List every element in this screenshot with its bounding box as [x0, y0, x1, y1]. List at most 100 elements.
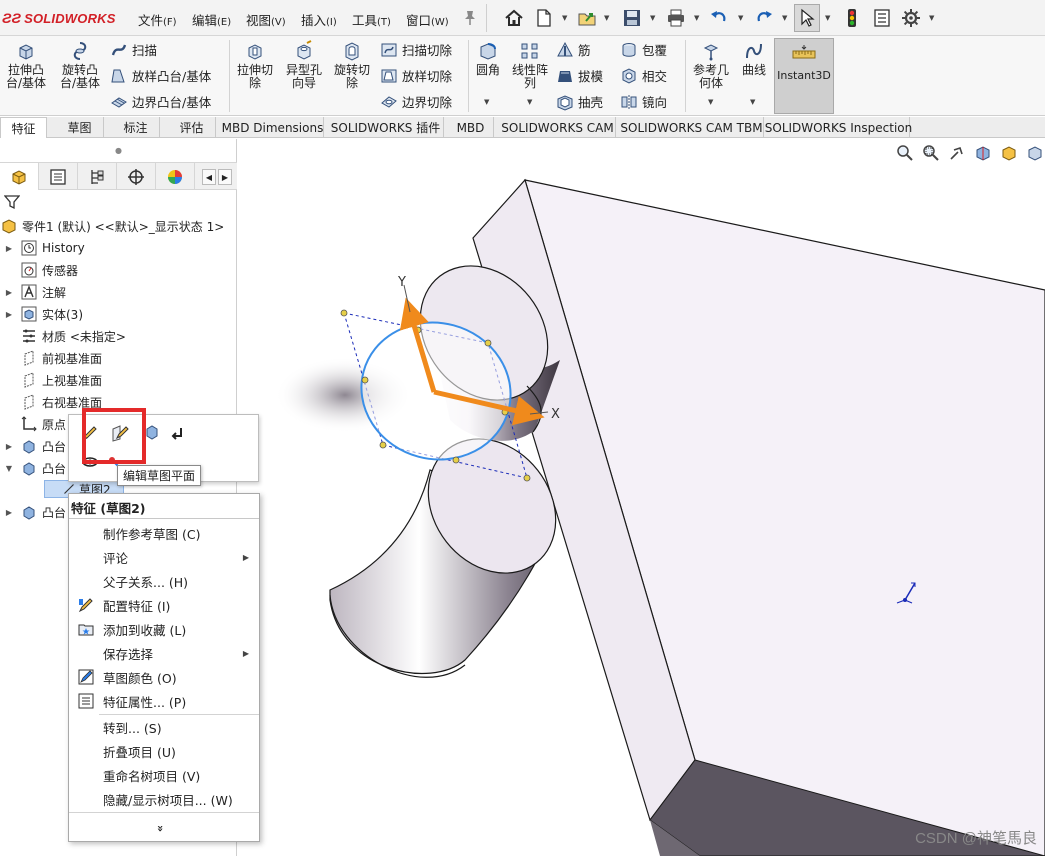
solidworks-logo[interactable]: ƧƧ SOLIDWORKS — [2, 8, 116, 28]
tab-evaluate[interactable]: 评估 — [168, 117, 216, 138]
tree-item-annotations[interactable]: ▶ 注解 — [0, 282, 237, 302]
menu-view[interactable]: 视图(V) — [246, 10, 286, 29]
print-icon[interactable] — [664, 6, 688, 30]
boundary-cut-button[interactable]: 边界切除 — [380, 92, 452, 111]
extrude-boss-button[interactable]: 拉伸凸 台/基体 — [4, 40, 48, 90]
menu-item-configure-feature[interactable]: 配置特征 (I) — [69, 594, 259, 616]
wrap-button[interactable]: 包覆 — [620, 40, 667, 59]
expand-arrow-icon[interactable]: ▶ — [4, 310, 14, 319]
propertymanager-icon[interactable] — [39, 163, 78, 190]
lofted-cut-button[interactable]: 放样切除 — [380, 66, 452, 85]
tab-solidworks-cam-tbm[interactable]: SOLIDWORKS CAM TBM — [620, 117, 764, 138]
options-gear-icon[interactable] — [899, 6, 923, 30]
tab-mbd[interactable]: MBD — [448, 117, 494, 138]
select-dropdown-icon[interactable]: ▼ — [825, 14, 830, 22]
swept-cut-button[interactable]: 扫描切除 — [380, 40, 452, 59]
panel-scroll-left-icon[interactable]: ◀ — [202, 169, 216, 185]
configurationmanager-icon[interactable] — [78, 163, 117, 190]
expand-menu-chevron-icon[interactable]: » — [154, 825, 167, 832]
expand-arrow-icon[interactable]: ▶ — [4, 288, 14, 297]
menu-item-add-to-favorites[interactable]: 添加到收藏 (L) — [69, 618, 259, 640]
menu-item-comment[interactable]: 评论 ▶ — [69, 546, 259, 568]
rollback-icon[interactable] — [167, 422, 189, 444]
tab-markup[interactable]: 标注 — [112, 117, 160, 138]
tree-item-front-plane[interactable]: 前视基准面 — [0, 348, 237, 368]
extrude-cut-button[interactable]: 拉伸切 除 — [234, 40, 276, 90]
menu-file[interactable]: 文件(F) — [138, 10, 177, 29]
menu-edit[interactable]: 编辑(E) — [192, 10, 231, 29]
expand-arrow-icon[interactable]: ▶ — [4, 508, 14, 517]
tab-mbd-dimensions[interactable]: MBD Dimensions — [222, 117, 324, 138]
featuremanager-icon[interactable] — [0, 163, 39, 190]
base-plate-body[interactable] — [472, 178, 1045, 856]
print-dropdown-icon[interactable]: ▼ — [694, 14, 699, 22]
expand-arrow-icon[interactable]: ▶ — [4, 442, 14, 451]
open-dropdown-icon[interactable]: ▼ — [604, 14, 609, 22]
graphics-area[interactable]: Y X — [238, 139, 1045, 856]
instant3d-button[interactable]: Instant3D — [774, 38, 834, 114]
fillet-button[interactable]: 圆角 — [472, 40, 504, 77]
menu-item-go-to[interactable]: 转到... (S) — [69, 716, 259, 738]
file-properties-icon[interactable] — [870, 6, 894, 30]
pin-icon[interactable] — [458, 6, 482, 30]
tab-solidworks-inspection[interactable]: SOLIDWORKS Inspection — [765, 117, 912, 138]
menu-item-sketch-color[interactable]: 草图颜色 (O) — [69, 666, 259, 688]
traffic-light-icon[interactable] — [840, 6, 864, 30]
display-manager-icon[interactable] — [156, 163, 195, 190]
tree-root-part[interactable]: 零件1 (默认) <<默认>_显示状态 1> — [0, 216, 237, 236]
ref-geometry-dropdown-icon[interactable]: ▼ — [708, 98, 713, 106]
tab-features[interactable]: 特征 — [0, 117, 47, 138]
boundary-boss-button[interactable]: 边界凸台/基体 — [110, 92, 211, 111]
options-dropdown-icon[interactable]: ▼ — [929, 14, 934, 22]
loft-boss-button[interactable]: 放样凸台/基体 — [110, 66, 211, 85]
revolve-boss-button[interactable]: 旋转凸 台/基体 — [56, 40, 104, 90]
tab-solidworks-addins[interactable]: SOLIDWORKS 插件 — [328, 117, 444, 138]
shell-button[interactable]: 抽壳 — [556, 92, 603, 111]
intersect-button[interactable]: 相交 — [620, 66, 667, 85]
tree-item-history[interactable]: ▶ History — [0, 238, 237, 258]
save-dropdown-icon[interactable]: ▼ — [650, 14, 655, 22]
redo-icon[interactable] — [752, 6, 776, 30]
undo-dropdown-icon[interactable]: ▼ — [738, 14, 743, 22]
new-document-icon[interactable] — [532, 6, 556, 30]
tree-filter[interactable] — [0, 191, 237, 214]
new-dropdown-icon[interactable]: ▼ — [562, 14, 567, 22]
collapse-arrow-icon[interactable]: ▼ — [4, 464, 14, 473]
curves-button[interactable]: 曲线 — [738, 40, 770, 77]
tab-solidworks-cam[interactable]: SOLIDWORKS CAM — [500, 117, 616, 138]
tab-sketch[interactable]: 草图 — [56, 117, 104, 138]
tree-item-sensors[interactable]: 传感器 — [0, 260, 237, 280]
undo-icon[interactable] — [707, 6, 731, 30]
menu-item-make-derived-sketch[interactable]: 制作参考草图 (C) — [69, 522, 259, 544]
revolve-cut-button[interactable]: 旋转切 除 — [330, 40, 374, 90]
tree-item-solid-bodies[interactable]: ▶ 实体(3) — [0, 304, 237, 324]
reference-geometry-button[interactable]: 参考几 何体 — [689, 40, 733, 90]
pattern-dropdown-icon[interactable]: ▼ — [527, 98, 532, 106]
home-icon[interactable] — [502, 6, 526, 30]
menu-tools[interactable]: 工具(T) — [352, 10, 391, 29]
menu-insert[interactable]: 插入(I) — [301, 10, 337, 29]
mirror-button[interactable]: 镜向 — [620, 92, 667, 111]
redo-dropdown-icon[interactable]: ▼ — [782, 14, 787, 22]
select-icon[interactable] — [794, 4, 820, 32]
menu-item-parent-child[interactable]: 父子关系... (H) — [69, 570, 259, 592]
panel-scroll-right-icon[interactable]: ▶ — [218, 169, 232, 185]
rib-button[interactable]: 筋 — [556, 40, 591, 59]
dimxpert-icon[interactable] — [117, 163, 156, 190]
menu-item-rename-tree-item[interactable]: 重命名树项目 (V) — [69, 764, 259, 786]
tree-item-top-plane[interactable]: 上视基准面 — [0, 370, 237, 390]
curves-dropdown-icon[interactable]: ▼ — [750, 98, 755, 106]
menu-item-hide-show-tree-items[interactable]: 隐藏/显示树项目... (W) — [69, 788, 259, 810]
panel-grip-handle[interactable]: ● — [0, 139, 237, 161]
sweep-button[interactable]: 扫描 — [110, 40, 157, 59]
menu-item-collapse-items[interactable]: 折叠项目 (U) — [69, 740, 259, 762]
tree-item-material[interactable]: 材质 <未指定> — [0, 326, 237, 346]
fillet-dropdown-icon[interactable]: ▼ — [484, 98, 489, 106]
save-icon[interactable] — [620, 6, 644, 30]
draft-button[interactable]: 拔模 — [556, 66, 603, 85]
hole-wizard-button[interactable]: 异型孔 向导 — [282, 40, 326, 90]
linear-pattern-button[interactable]: 线性阵 列 — [508, 40, 552, 90]
menu-item-save-selection[interactable]: 保存选择 ▶ — [69, 642, 259, 664]
menu-window[interactable]: 窗口(W) — [406, 10, 449, 29]
menu-item-feature-properties[interactable]: 特征属性... (P) — [69, 690, 259, 712]
